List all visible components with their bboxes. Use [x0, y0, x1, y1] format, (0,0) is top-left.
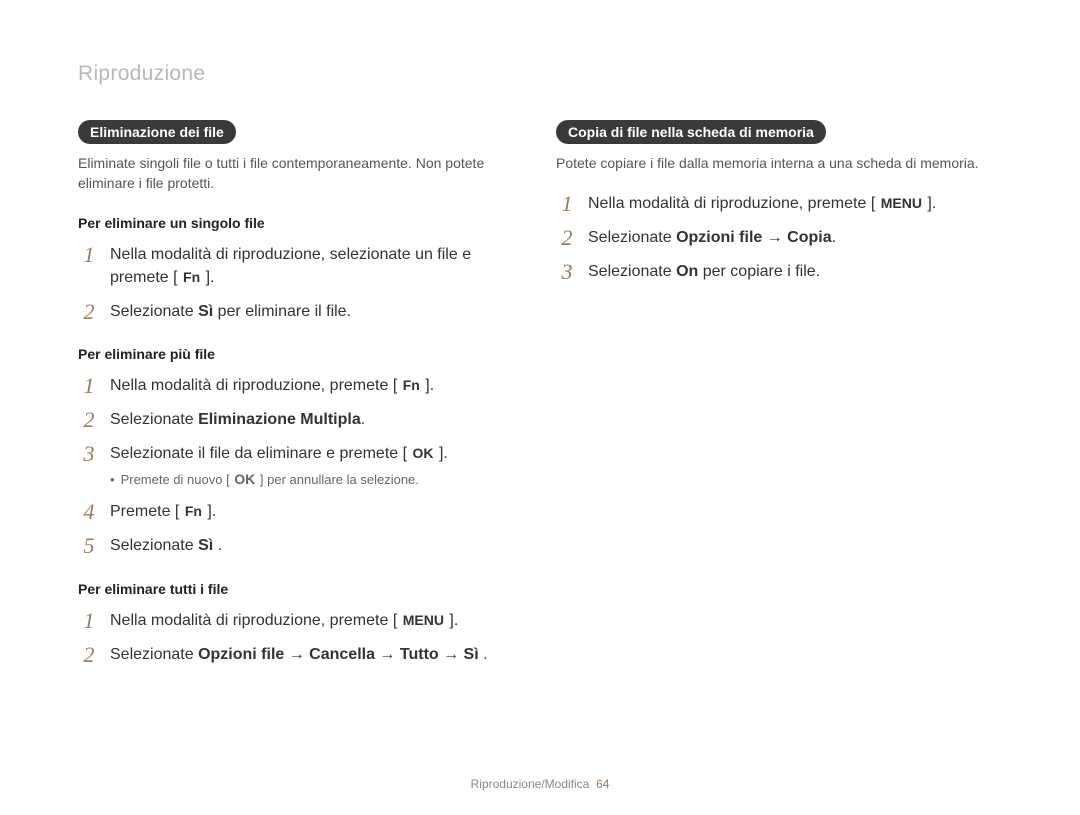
- steps-delete-single: 1 Nella modalità di riproduzione, selezi…: [78, 243, 524, 324]
- text: Selezionate: [110, 411, 198, 428]
- ok-key-icon: OK: [412, 443, 435, 463]
- step-body: Selezionate il file da eliminare e preme…: [110, 442, 524, 490]
- steps-copy: 1 Nella modalità di riproduzione, premet…: [556, 192, 1002, 285]
- step-row: 2 Selezionate Opzioni file → Cancella → …: [78, 643, 524, 667]
- steps-delete-multiple: 1 Nella modalità di riproduzione, premet…: [78, 374, 524, 559]
- text: Selezionate: [588, 263, 676, 280]
- step-number: 5: [78, 534, 100, 558]
- step-number: 2: [78, 408, 100, 432]
- text: Premete di nuovo [: [121, 472, 234, 487]
- right-column: Copia di file nella scheda di memoria Po…: [556, 120, 1002, 677]
- left-column: Eliminazione dei file Eliminate singoli …: [78, 120, 524, 677]
- text: .: [213, 537, 222, 554]
- text: Selezionate il file da eliminare e preme…: [110, 445, 412, 462]
- text: ].: [435, 445, 448, 462]
- text: ].: [203, 503, 216, 520]
- content-columns: Eliminazione dei file Eliminate singoli …: [78, 120, 1002, 677]
- step-body: Selezionate Sì per eliminare il file.: [110, 300, 524, 323]
- step-number: 1: [556, 192, 578, 216]
- text: per copiare i file.: [698, 263, 820, 280]
- step-number: 2: [78, 300, 100, 324]
- text: .: [832, 229, 836, 246]
- step-body: Selezionate Sì .: [110, 534, 524, 557]
- fn-key-icon: Fn: [184, 501, 203, 521]
- step-row: 2 Selezionate Eliminazione Multipla.: [78, 408, 524, 432]
- step-body: Selezionate Opzioni file → Cancella → Tu…: [110, 643, 524, 666]
- fn-key-icon: Fn: [182, 267, 201, 287]
- page-footer: Riproduzione/Modifica 64: [0, 777, 1080, 791]
- step-number: 4: [78, 500, 100, 524]
- step-body: Nella modalità di riproduzione, premete …: [110, 374, 524, 397]
- bold-text: Sì: [198, 303, 213, 320]
- step-body: Selezionate Eliminazione Multipla.: [110, 408, 524, 431]
- step-row: 1 Nella modalità di riproduzione, premet…: [556, 192, 1002, 216]
- step-body: Selezionate On per copiare i file.: [588, 260, 1002, 283]
- text: Nella modalità di riproduzione, selezion…: [110, 246, 471, 286]
- text: .: [361, 411, 365, 428]
- text: Selezionate: [110, 646, 198, 663]
- step-body: Nella modalità di riproduzione, premete …: [588, 192, 1002, 215]
- footer-section: Riproduzione/Modifica: [471, 777, 590, 791]
- step-note: • Premete di nuovo [ OK ] per annullare l…: [110, 469, 524, 490]
- text: Premete [: [110, 503, 184, 520]
- text: ].: [201, 269, 214, 286]
- bold-text: Eliminazione Multipla: [198, 411, 361, 428]
- text: Selezionate: [110, 303, 198, 320]
- subhead-delete-all: Per eliminare tutti i file: [78, 581, 524, 597]
- step-number: 1: [78, 243, 100, 267]
- steps-delete-all: 1 Nella modalità di riproduzione, premet…: [78, 609, 524, 667]
- text: Nella modalità di riproduzione, premete …: [588, 195, 880, 212]
- text: ].: [445, 612, 458, 629]
- text: Nella modalità di riproduzione, premete …: [110, 377, 402, 394]
- bold-text: On: [676, 263, 698, 280]
- step-body: Nella modalità di riproduzione, premete …: [110, 609, 524, 632]
- menu-key-icon: MENU: [402, 610, 445, 630]
- intro-delete: Eliminate singoli file o tutti i file co…: [78, 154, 524, 193]
- step-number: 2: [556, 226, 578, 250]
- step-number: 3: [556, 260, 578, 284]
- step-body: Selezionate Opzioni file → Copia.: [588, 226, 1002, 249]
- step-row: 3 Selezionate On per copiare i file.: [556, 260, 1002, 284]
- step-row: 2 Selezionate Sì per eliminare il file.: [78, 300, 524, 324]
- bold-text: Opzioni file → Cancella → Tutto → Sì: [198, 646, 479, 663]
- ok-key-icon: OK: [233, 469, 256, 489]
- step-body: Premete [ Fn ].: [110, 500, 524, 523]
- text: .: [479, 646, 488, 663]
- step-row: 4 Premete [ Fn ].: [78, 500, 524, 524]
- pill-delete-files: Eliminazione dei file: [78, 120, 236, 144]
- text: Nella modalità di riproduzione, premete …: [110, 612, 402, 629]
- step-row: 1 Nella modalità di riproduzione, selezi…: [78, 243, 524, 289]
- footer-page-number: 64: [596, 777, 609, 791]
- step-number: 2: [78, 643, 100, 667]
- step-row: 5 Selezionate Sì .: [78, 534, 524, 558]
- subhead-delete-multiple: Per eliminare più file: [78, 346, 524, 362]
- text: ].: [421, 377, 434, 394]
- step-row: 2 Selezionate Opzioni file → Copia.: [556, 226, 1002, 250]
- text: ].: [923, 195, 936, 212]
- bold-text: Sì: [198, 537, 213, 554]
- step-body: Nella modalità di riproduzione, selezion…: [110, 243, 524, 289]
- text: ] per annullare la selezione.: [256, 472, 419, 487]
- step-row: 3 Selezionate il file da eliminare e pre…: [78, 442, 524, 490]
- menu-key-icon: MENU: [880, 193, 923, 213]
- intro-copy: Potete copiare i file dalla memoria inte…: [556, 154, 1002, 174]
- bold-text: Opzioni file → Copia: [676, 229, 832, 246]
- fn-key-icon: Fn: [402, 375, 421, 395]
- page-title: Riproduzione: [78, 62, 1002, 86]
- bullet-icon: •: [110, 472, 115, 487]
- step-number: 1: [78, 609, 100, 633]
- step-row: 1 Nella modalità di riproduzione, premet…: [78, 609, 524, 633]
- text: Selezionate: [588, 229, 676, 246]
- page: Riproduzione Eliminazione dei file Elimi…: [0, 0, 1080, 815]
- pill-copy-files: Copia di file nella scheda di memoria: [556, 120, 826, 144]
- subhead-delete-single: Per eliminare un singolo file: [78, 215, 524, 231]
- step-row: 1 Nella modalità di riproduzione, premet…: [78, 374, 524, 398]
- step-number: 1: [78, 374, 100, 398]
- text: Selezionate: [110, 537, 198, 554]
- text: per eliminare il file.: [213, 303, 351, 320]
- step-number: 3: [78, 442, 100, 466]
